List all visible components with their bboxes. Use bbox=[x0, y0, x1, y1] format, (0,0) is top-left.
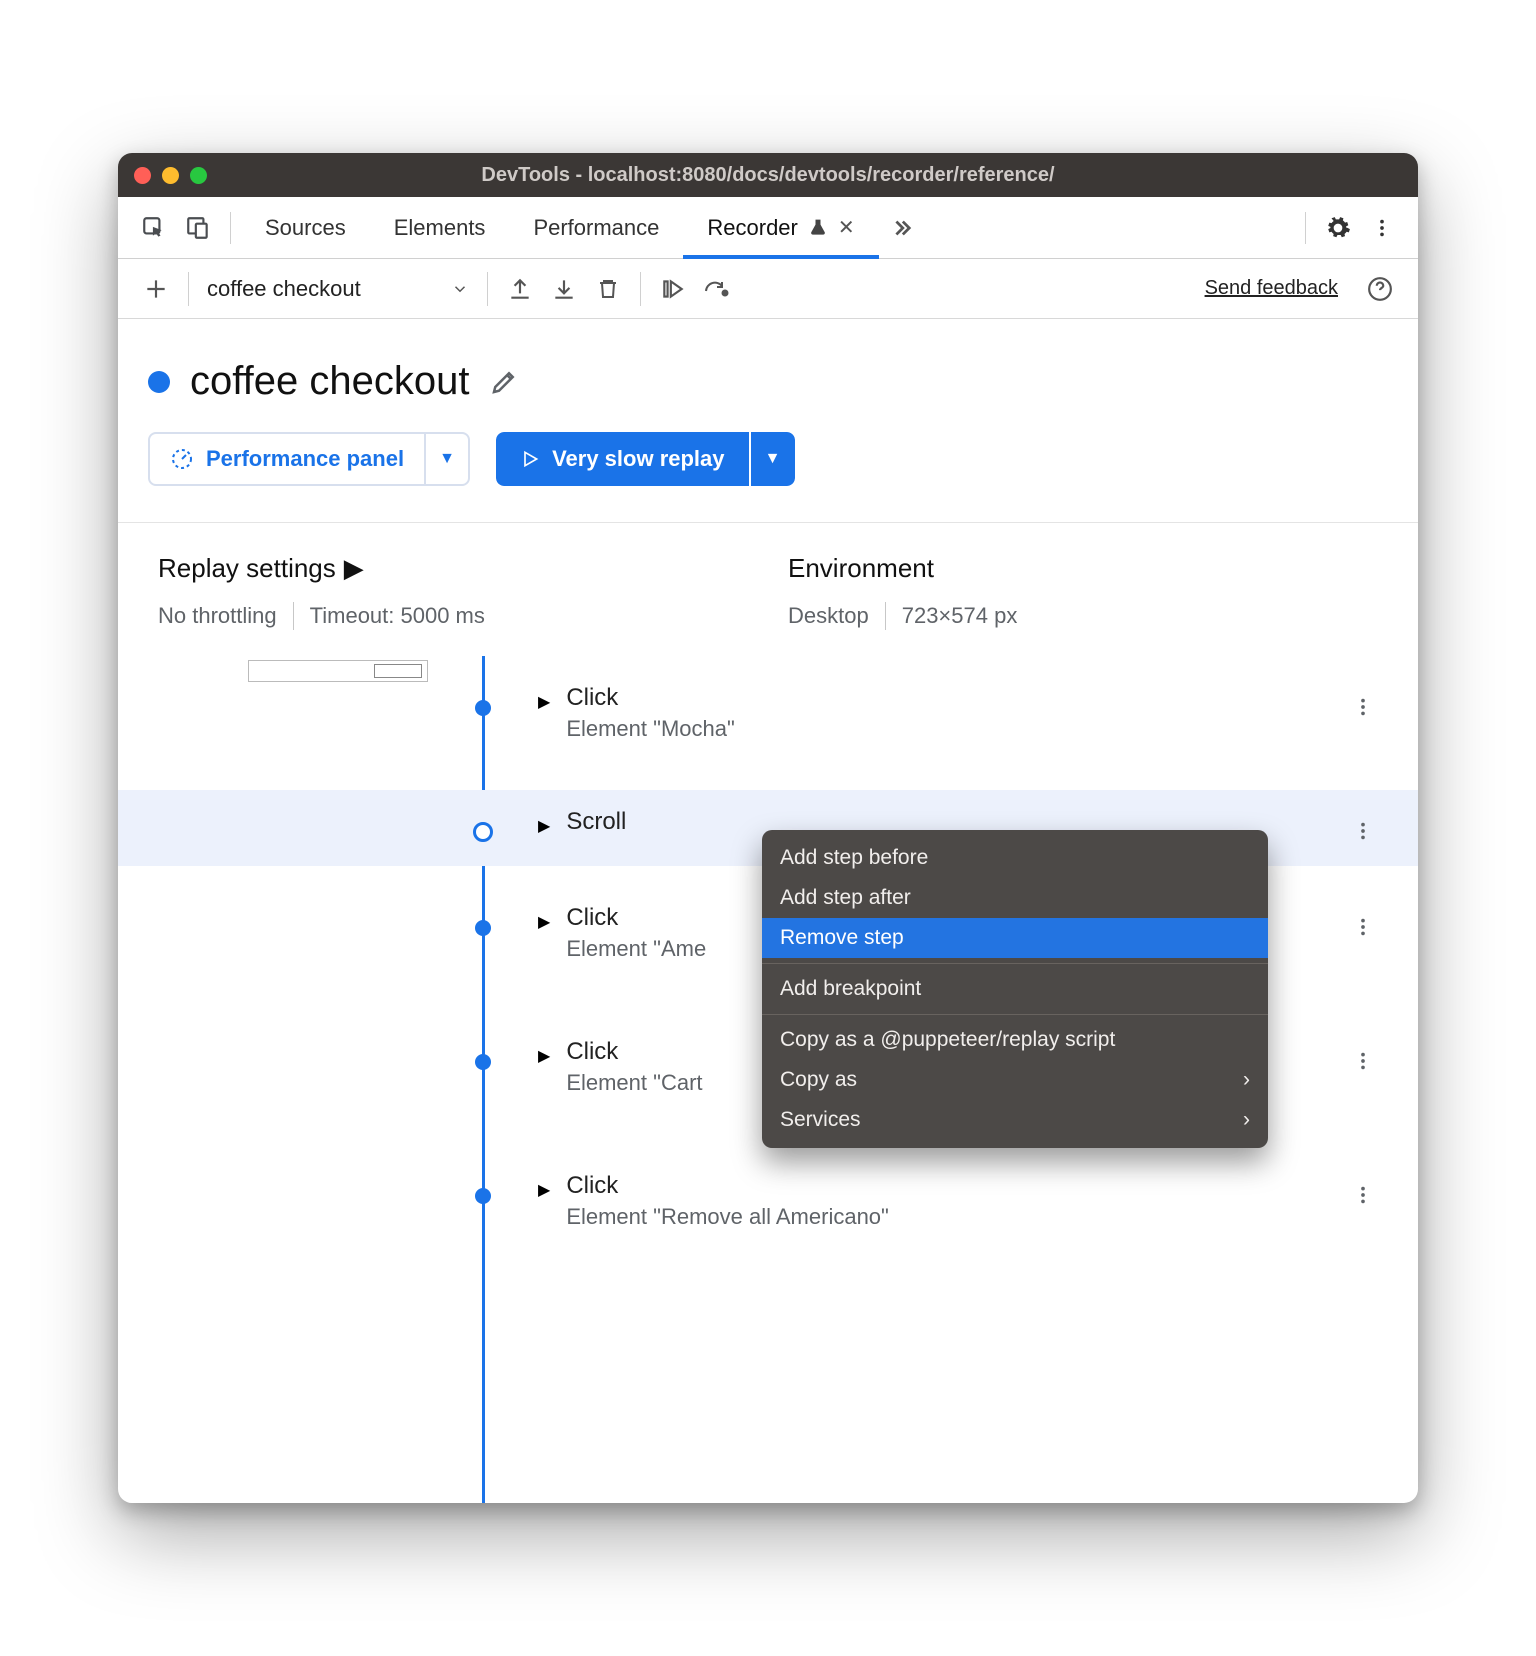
chevron-right-icon: › bbox=[1243, 1108, 1250, 1132]
step-menu-icon[interactable] bbox=[1352, 820, 1374, 842]
step-menu-icon[interactable] bbox=[1352, 916, 1374, 938]
replay-dropdown-arrow[interactable]: ▼ bbox=[751, 432, 795, 486]
import-icon[interactable] bbox=[542, 267, 586, 311]
send-feedback-link[interactable]: Send feedback bbox=[1205, 277, 1338, 300]
step-menu-icon[interactable] bbox=[1352, 1184, 1374, 1206]
step-subtitle: Element "Mocha" bbox=[566, 716, 734, 742]
environment-heading: Environment bbox=[788, 553, 1378, 584]
caret-right-icon: ▶ bbox=[538, 1180, 550, 1200]
tab-recorder[interactable]: Recorder ✕ bbox=[683, 197, 878, 258]
step-context-menu: Add step before Add step after Remove st… bbox=[762, 830, 1268, 1148]
devtools-window: DevTools - localhost:8080/docs/devtools/… bbox=[118, 153, 1418, 1503]
devtools-tabbar: Sources Elements Performance Recorder ✕ bbox=[118, 197, 1418, 259]
step-dot bbox=[475, 700, 491, 716]
step-dot bbox=[475, 1054, 491, 1070]
gauge-icon bbox=[170, 447, 194, 471]
tab-sources[interactable]: Sources bbox=[241, 197, 370, 258]
tab-label: Performance bbox=[533, 215, 659, 241]
step-subtitle: Element "Cart bbox=[566, 1070, 702, 1096]
throttle-value: No throttling bbox=[158, 603, 277, 629]
add-recording-icon[interactable] bbox=[134, 267, 178, 311]
step-title: Click bbox=[566, 1038, 702, 1066]
tab-performance[interactable]: Performance bbox=[509, 197, 683, 258]
step-title: Scroll bbox=[566, 808, 626, 836]
dimensions-value: 723×574 px bbox=[902, 603, 1018, 629]
step-menu-icon[interactable] bbox=[1352, 1050, 1374, 1072]
recording-title: coffee checkout bbox=[190, 359, 469, 404]
play-icon bbox=[520, 449, 540, 469]
caret-right-icon: ▶ bbox=[538, 692, 550, 712]
step-subtitle: Element "Remove all Americano" bbox=[566, 1204, 889, 1230]
window-title: DevTools - localhost:8080/docs/devtools/… bbox=[118, 164, 1418, 187]
menu-copy-puppeteer[interactable]: Copy as a @puppeteer/replay script bbox=[762, 1020, 1268, 1060]
recorder-toolbar: coffee checkout Send feedback bbox=[118, 259, 1418, 319]
export-icon[interactable] bbox=[498, 267, 542, 311]
device-toolbar-icon[interactable] bbox=[176, 206, 220, 250]
caret-right-icon: ▶ bbox=[538, 1046, 550, 1066]
step-title: Click bbox=[566, 904, 706, 932]
step-icon[interactable] bbox=[695, 267, 739, 311]
menu-services[interactable]: Services› bbox=[762, 1100, 1268, 1140]
caret-right-icon: ▶ bbox=[538, 912, 550, 932]
menu-add-breakpoint[interactable]: Add breakpoint bbox=[762, 969, 1268, 1009]
settings-row: Replay settings ▶ No throttling Timeout:… bbox=[118, 522, 1418, 656]
step-dot bbox=[473, 822, 493, 842]
performance-dropdown-arrow[interactable]: ▼ bbox=[424, 434, 468, 484]
recording-header: coffee checkout Performance panel ▼ Very… bbox=[118, 319, 1418, 486]
step-menu-icon[interactable] bbox=[1352, 696, 1374, 718]
caret-right-icon: ▶ bbox=[344, 553, 364, 584]
caret-right-icon: ▶ bbox=[538, 816, 550, 836]
step-title: Click bbox=[566, 1172, 889, 1200]
replay-settings-heading[interactable]: Replay settings ▶ bbox=[158, 553, 748, 584]
step-title: Click bbox=[566, 684, 734, 712]
recording-name: coffee checkout bbox=[207, 276, 361, 302]
edit-title-icon[interactable] bbox=[489, 367, 519, 397]
timeout-value: Timeout: 5000 ms bbox=[310, 603, 485, 629]
continue-icon[interactable] bbox=[651, 267, 695, 311]
menu-add-step-before[interactable]: Add step before bbox=[762, 838, 1268, 878]
titlebar: DevTools - localhost:8080/docs/devtools/… bbox=[118, 153, 1418, 197]
help-icon[interactable] bbox=[1358, 267, 1402, 311]
tab-label: Recorder bbox=[707, 215, 797, 241]
chevron-down-icon bbox=[451, 280, 469, 298]
tab-label: Sources bbox=[265, 215, 346, 241]
settings-icon[interactable] bbox=[1316, 206, 1360, 250]
menu-add-step-after[interactable]: Add step after bbox=[762, 878, 1268, 918]
delete-icon[interactable] bbox=[586, 267, 630, 311]
steps-timeline: ▶ Click Element "Mocha" ▶ Scroll ▶ Click… bbox=[118, 656, 1418, 1503]
menu-copy-as[interactable]: Copy as› bbox=[762, 1060, 1268, 1100]
performance-panel-button[interactable]: Performance panel ▼ bbox=[148, 432, 470, 486]
flask-icon bbox=[808, 218, 828, 238]
button-label: Performance panel bbox=[206, 446, 404, 472]
step-item[interactable]: ▶ Click Element "Mocha" bbox=[118, 666, 1418, 760]
kebab-menu-icon[interactable] bbox=[1360, 206, 1404, 250]
chevron-right-icon: › bbox=[1243, 1068, 1250, 1092]
replay-button[interactable]: Very slow replay ▼ bbox=[496, 432, 794, 486]
step-dot bbox=[475, 920, 491, 936]
button-label: Very slow replay bbox=[552, 446, 724, 472]
inspect-icon[interactable] bbox=[132, 206, 176, 250]
recording-status-dot bbox=[148, 371, 170, 393]
tab-elements[interactable]: Elements bbox=[370, 197, 510, 258]
step-dot bbox=[475, 1188, 491, 1204]
step-item[interactable]: ▶ Click Element "Remove all Americano" bbox=[118, 1154, 1418, 1248]
tab-label: Elements bbox=[394, 215, 486, 241]
step-subtitle: Element "Ame bbox=[566, 936, 706, 962]
more-tabs-icon[interactable] bbox=[879, 206, 923, 250]
menu-remove-step[interactable]: Remove step bbox=[762, 918, 1268, 958]
recording-select[interactable]: coffee checkout bbox=[199, 276, 477, 302]
device-value: Desktop bbox=[788, 603, 869, 629]
close-tab-icon[interactable]: ✕ bbox=[838, 215, 855, 240]
